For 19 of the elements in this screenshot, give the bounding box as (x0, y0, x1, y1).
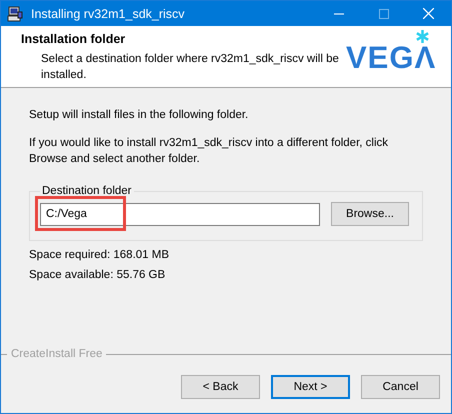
logo: VEGΛ (346, 43, 436, 73)
page-subtitle: Select a destination folder where rv32m1_sdk_riscv will be installed. (41, 52, 340, 83)
window-title: Installing rv32m1_sdk_riscv (31, 6, 186, 20)
group-label: Destination folder (41, 185, 132, 197)
wizard-button[interactable]: < Back (181, 375, 260, 399)
wizard-button[interactable]: Next > (271, 375, 350, 399)
asterisk-icon (416, 30, 430, 43)
space-info: Space required: 168.01 MB (29, 249, 170, 261)
wizard-button[interactable]: Cancel (361, 375, 440, 399)
computer-icon (7, 6, 23, 22)
folder-field[interactable]: C:/Vega (40, 202, 320, 226)
page-title: Installation folder (21, 32, 126, 46)
instruction-text: If you would like to install rv32m1_sdk_riscv into a different folder, click Browse and select another folder. (29, 136, 390, 167)
browse-button[interactable]: Browse... (331, 202, 409, 226)
maximize-icon (378, 8, 388, 18)
instruction-text: Setup will install files in the following folder. (29, 108, 250, 123)
space-info: Space available: 55.76 GB (29, 269, 166, 281)
close-icon (423, 8, 434, 19)
brand-label: CreateInstall Free (10, 348, 104, 360)
